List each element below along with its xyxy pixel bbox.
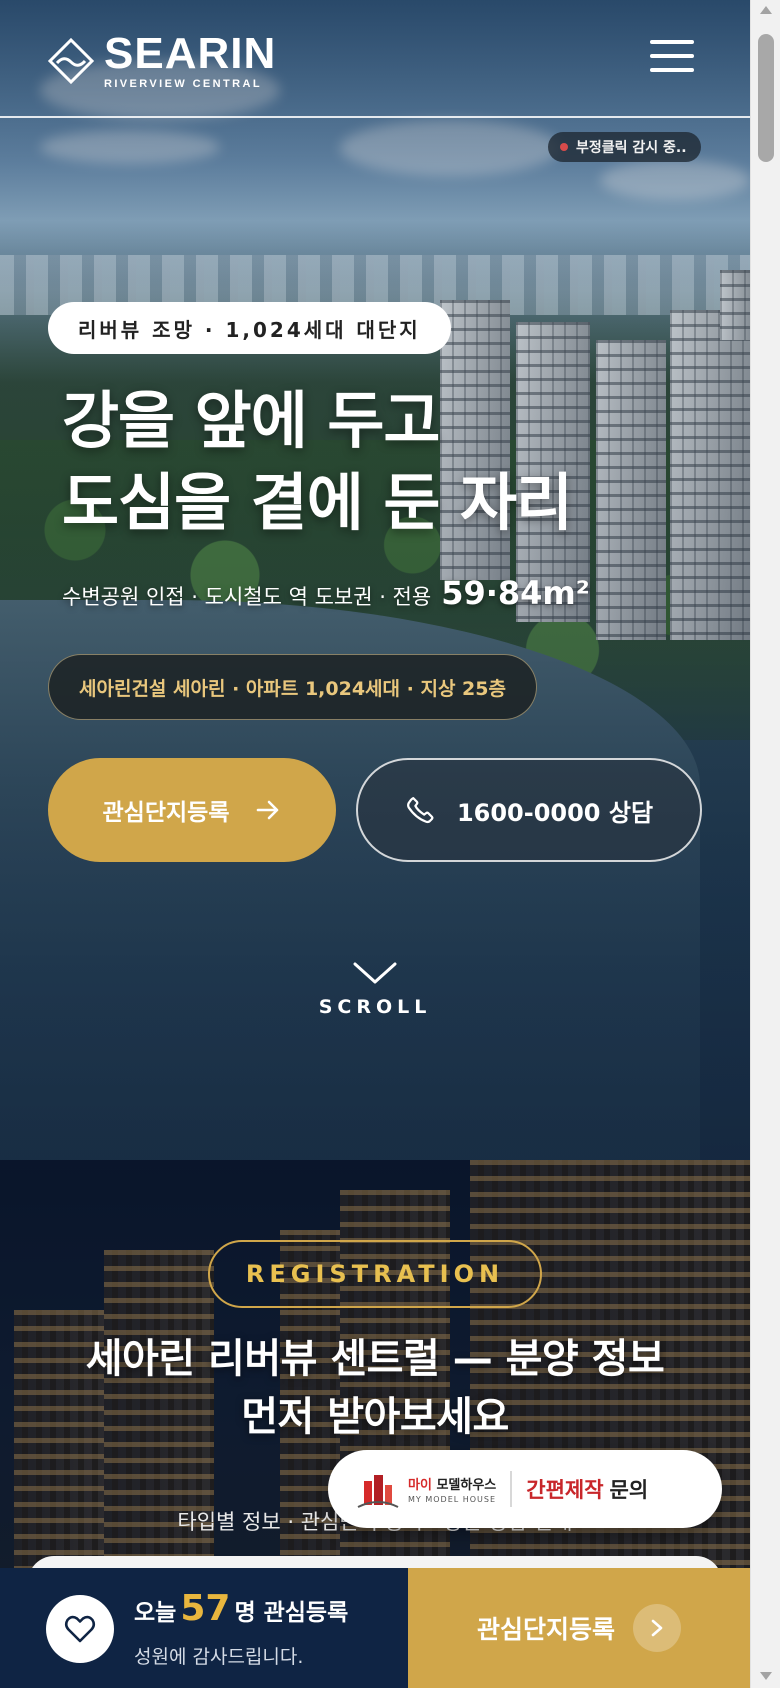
model-house-brand-name: 마이 모델하우스 xyxy=(408,1474,496,1493)
monitor-badge-label: 부정클릭 감시 중.. xyxy=(576,140,687,156)
chevron-right-icon xyxy=(633,1604,681,1652)
thanks-message: 성원에 감사드립니다. xyxy=(134,1646,304,1668)
bottom-register-label: 관심단지등록 xyxy=(476,1615,615,1644)
model-house-brand-highlight: 마이 xyxy=(408,1478,432,1493)
menu-button[interactable] xyxy=(650,40,694,76)
interest-count-line: 오늘 57 명 관심등록 xyxy=(134,1588,348,1629)
register-button-label: 관심단지등록 xyxy=(102,800,230,826)
registration-title: 세아린 리버뷰 센트럴 — 분양 정보 먼저 받아보세요 xyxy=(0,1330,750,1446)
hero-subtitle: 수변공원 인접 · 도시철도 역 도보권 · 전용 59·84m² xyxy=(62,574,590,612)
brand-subtitle: RIVERVIEW CENTRAL xyxy=(104,78,262,90)
bottom-register-button[interactable]: 관심단지등록 xyxy=(408,1568,750,1688)
heart-icon xyxy=(64,1615,96,1643)
logo-mark-icon xyxy=(47,37,95,85)
status-dot-icon xyxy=(560,143,568,151)
arrow-right-icon xyxy=(257,800,279,820)
scroll-indicator[interactable]: SCROLL xyxy=(312,960,438,1018)
heart-button[interactable] xyxy=(46,1595,114,1663)
brand-name: SEARIN xyxy=(104,29,277,78)
hamburger-icon-line xyxy=(650,68,694,72)
chevron-down-icon xyxy=(353,962,397,984)
hero-title: 강을 앞에 두고 도심을 곁에 둔 자리 xyxy=(62,380,573,544)
model-house-brand: 마이 모델하우스 MY MODEL HOUSE xyxy=(408,1474,496,1504)
page-scrollbar[interactable] xyxy=(750,0,780,1688)
interest-count: 57 xyxy=(180,1588,231,1629)
model-house-brand-en: MY MODEL HOUSE xyxy=(408,1495,497,1504)
page: SEARIN RIVERVIEW CENTRAL 부정클릭 감시 중.. 리버뷰… xyxy=(0,0,750,1688)
logo-text: SEARIN RIVERVIEW CENTRAL xyxy=(104,29,277,91)
count-suffix: 명 관심등록 xyxy=(234,1600,349,1626)
register-interest-button[interactable]: 관심단지등록 xyxy=(48,758,336,862)
registration-title-line2: 먼저 받아보세요 xyxy=(241,1394,509,1440)
call-button-label: 1600-0000 상담 xyxy=(456,798,654,827)
hamburger-icon-line xyxy=(650,54,694,58)
scroll-label: SCROLL xyxy=(318,996,432,1018)
scroll-up-arrow-icon[interactable] xyxy=(760,6,772,14)
scroll-down-arrow-icon[interactable] xyxy=(760,1672,772,1680)
click-monitor-badge: 부정클릭 감시 중.. xyxy=(548,132,701,162)
hamburger-icon xyxy=(650,40,694,44)
scrollbar-thumb[interactable] xyxy=(758,34,774,162)
hero-tag: 리버뷰 조망 · 1,024세대 대단지 xyxy=(48,302,451,354)
divider xyxy=(510,1471,513,1507)
model-house-cta-highlight: 간편제작 xyxy=(526,1478,604,1502)
registration-tag: REGISTRATION xyxy=(208,1240,542,1308)
phone-icon xyxy=(406,797,434,824)
site-header: SEARIN RIVERVIEW CENTRAL xyxy=(0,0,750,118)
hero-area: 59·84m² xyxy=(441,574,590,612)
hero-subtitle-text: 수변공원 인접 · 도시철도 역 도보권 · 전용 xyxy=(62,585,432,609)
registration-title-line1: 세아린 리버뷰 센트럴 — 분양 정보 xyxy=(85,1336,665,1382)
hero-title-line1: 강을 앞에 두고 xyxy=(62,384,440,457)
project-info-pill: 세아린건설 세아린 · 아파트 1,024세대 · 지상 25층 xyxy=(48,654,537,720)
model-house-inquiry-button[interactable]: 마이 모델하우스 MY MODEL HOUSE 간편제작 문의 xyxy=(328,1450,722,1528)
brand-logo[interactable]: SEARIN RIVERVIEW CENTRAL xyxy=(46,32,276,90)
model-house-logo-icon xyxy=(357,1475,399,1508)
model-house-cta-rest: 문의 xyxy=(609,1478,649,1502)
hero-title-line2: 도심을 곁에 둔 자리 xyxy=(62,466,573,539)
call-consult-button[interactable]: 1600-0000 상담 xyxy=(356,758,702,862)
count-prefix: 오늘 xyxy=(134,1600,177,1626)
model-house-brand-rest: 모델하우스 xyxy=(436,1478,497,1493)
